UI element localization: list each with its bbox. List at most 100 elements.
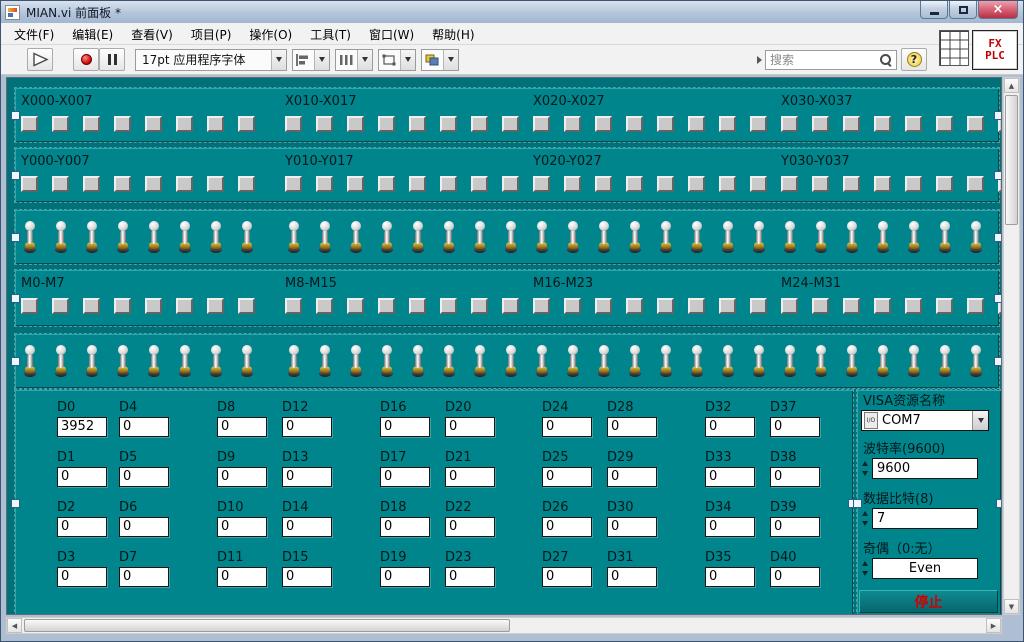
toggle-switch[interactable] [147, 220, 161, 253]
distribute-objects-combo[interactable] [335, 49, 373, 71]
d-register-input-D38[interactable]: 0 [770, 467, 820, 487]
toggle-switch[interactable] [85, 344, 99, 377]
d-register-input-D25[interactable]: 0 [542, 467, 592, 487]
data-bits-value[interactable]: 7 [872, 508, 978, 529]
d-register-input-D9[interactable]: 0 [217, 467, 267, 487]
d-register-input-D33[interactable]: 0 [705, 467, 755, 487]
menu-item-4[interactable]: 操作(O) [240, 23, 301, 44]
toggle-switch[interactable] [752, 220, 766, 253]
d-register-input-D10[interactable]: 0 [217, 517, 267, 537]
d-register-input-D28[interactable]: 0 [607, 417, 657, 437]
vertical-scrollbar[interactable]: ▲ ▼ [1003, 77, 1020, 615]
toggle-switch[interactable] [938, 344, 952, 377]
stop-button[interactable]: 停止 [859, 590, 998, 613]
toggle-switch[interactable] [240, 344, 254, 377]
menu-item-1[interactable]: 编辑(E) [63, 23, 122, 44]
data-bits-spinner[interactable] [861, 508, 870, 529]
font-selector[interactable]: 17pt 应用程序字体 [135, 49, 287, 71]
toggle-switch[interactable] [349, 344, 363, 377]
toggle-switch[interactable] [566, 220, 580, 253]
toggle-switch[interactable] [752, 344, 766, 377]
d-register-input-D3[interactable]: 0 [57, 567, 107, 587]
d-register-input-D35[interactable]: 0 [705, 567, 755, 587]
toggle-switch[interactable] [116, 344, 130, 377]
d-register-input-D34[interactable]: 0 [705, 517, 755, 537]
toggle-switch[interactable] [442, 344, 456, 377]
toggle-switch[interactable] [380, 344, 394, 377]
d-register-input-D0[interactable]: 3952 [57, 417, 107, 437]
toggle-switch[interactable] [147, 344, 161, 377]
d-register-input-D15[interactable]: 0 [282, 567, 332, 587]
menu-item-7[interactable]: 帮助(H) [423, 23, 483, 44]
toggle-switch[interactable] [690, 220, 704, 253]
toggle-switch[interactable] [969, 344, 983, 377]
horizontal-scrollbar[interactable]: ◀ ▶ [6, 617, 1002, 634]
toggle-switch[interactable] [23, 220, 37, 253]
align-objects-combo[interactable] [292, 49, 330, 71]
parity-value[interactable]: Even [872, 558, 978, 579]
toggle-switch[interactable] [116, 220, 130, 253]
minimize-button[interactable] [920, 1, 948, 19]
visa-resource-selector[interactable]: I/O COM7 [861, 410, 989, 431]
run-button[interactable] [27, 48, 53, 71]
d-register-input-D29[interactable]: 0 [607, 467, 657, 487]
d-register-input-D40[interactable]: 0 [770, 567, 820, 587]
d-register-input-D37[interactable]: 0 [770, 417, 820, 437]
parity-spinner[interactable] [861, 558, 870, 579]
toggle-switch[interactable] [85, 220, 99, 253]
d-register-input-D26[interactable]: 0 [542, 517, 592, 537]
toggle-switch[interactable] [845, 344, 859, 377]
toggle-switch[interactable] [411, 220, 425, 253]
toggle-switch[interactable] [628, 220, 642, 253]
resize-objects-combo[interactable] [378, 49, 416, 71]
toggle-switch[interactable] [287, 344, 301, 377]
toggle-switch[interactable] [659, 220, 673, 253]
toggle-switch[interactable] [721, 344, 735, 377]
toggle-switch[interactable] [209, 344, 223, 377]
toggle-switch[interactable] [178, 344, 192, 377]
toggle-switch[interactable] [535, 220, 549, 253]
d-register-input-D21[interactable]: 0 [445, 467, 495, 487]
d-register-input-D20[interactable]: 0 [445, 417, 495, 437]
toggle-switch[interactable] [783, 220, 797, 253]
toggle-switch[interactable] [845, 220, 859, 253]
toggle-switch[interactable] [411, 344, 425, 377]
toggle-switch[interactable] [783, 344, 797, 377]
help-button[interactable]: ? [901, 48, 927, 71]
scroll-down-icon[interactable]: ▼ [1004, 599, 1019, 614]
scroll-up-icon[interactable]: ▲ [1004, 78, 1019, 93]
toggle-switch[interactable] [628, 344, 642, 377]
toggle-switch[interactable] [1000, 344, 1002, 377]
toggle-switch[interactable] [969, 220, 983, 253]
menu-item-6[interactable]: 窗口(W) [360, 23, 423, 44]
toggle-switch[interactable] [659, 344, 673, 377]
toggle-switch[interactable] [690, 344, 704, 377]
d-register-input-D23[interactable]: 0 [445, 567, 495, 587]
toggle-switch[interactable] [473, 220, 487, 253]
baud-rate-value[interactable]: 9600 [872, 458, 978, 479]
toggle-switch[interactable] [504, 344, 518, 377]
vertical-scroll-thumb[interactable] [1005, 95, 1018, 225]
scroll-right-icon[interactable]: ▶ [986, 618, 1001, 633]
d-register-input-D32[interactable]: 0 [705, 417, 755, 437]
connector-pane-icon[interactable] [939, 30, 969, 66]
toggle-switch[interactable] [907, 220, 921, 253]
toggle-switch[interactable] [318, 220, 332, 253]
d-register-input-D2[interactable]: 0 [57, 517, 107, 537]
pause-button[interactable] [99, 48, 125, 71]
toggle-switch[interactable] [473, 344, 487, 377]
scroll-left-icon[interactable]: ◀ [7, 618, 22, 633]
toggle-switch[interactable] [380, 220, 394, 253]
toggle-switch[interactable] [209, 220, 223, 253]
toggle-switch[interactable] [318, 344, 332, 377]
d-register-input-D22[interactable]: 0 [445, 517, 495, 537]
d-register-input-D6[interactable]: 0 [119, 517, 169, 537]
abort-button[interactable] [73, 48, 99, 71]
maximize-button[interactable] [949, 1, 977, 19]
toggle-switch[interactable] [349, 220, 363, 253]
toggle-switch[interactable] [876, 344, 890, 377]
toggle-switch[interactable] [54, 344, 68, 377]
menu-item-3[interactable]: 项目(P) [182, 23, 241, 44]
horizontal-scroll-thumb[interactable] [24, 619, 510, 632]
d-register-input-D5[interactable]: 0 [119, 467, 169, 487]
